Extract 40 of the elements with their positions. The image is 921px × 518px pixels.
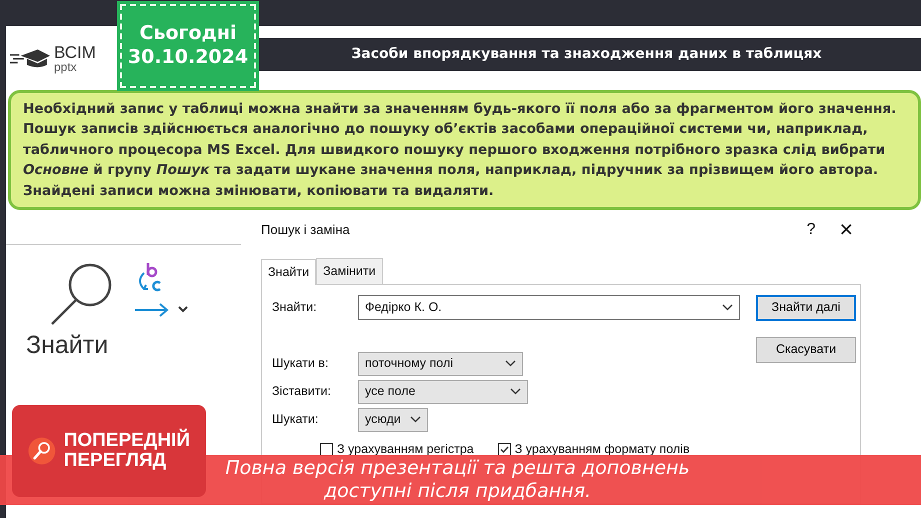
graduation-cap-icon — [10, 48, 50, 68]
dialog-tab[interactable]: Замінити — [316, 258, 383, 284]
close-button[interactable]: × — [839, 218, 853, 242]
dialog-title: Пошук і заміна — [261, 221, 350, 240]
chevron-icon[interactable] — [722, 304, 733, 311]
info-paragraph: Необхідний запис у таблиці можна знайти за значенням будь-якого її поля або за фрагментом його значення. Пошук записів здійснюється аналогічно до пошуку об’єктів засобами операційної системи чи, наприклад, табличного процесора MS Excel. Для швидкого пошуку першого входження потрібного зразка слід вибрати Основне й групу Пошук та задати шукане значення поля, наприклад, підручник за прізвищем його автора. — [23, 100, 898, 180]
info-paragraph: Знайдені записи можна змінювати, копіювати та видаляти. — [23, 182, 495, 201]
help-button[interactable]: ? — [806, 218, 816, 242]
field-value: Федірко К. О. — [365, 298, 442, 316]
logo-subtext: pptx — [54, 60, 78, 72]
slide-title: Засоби впорядкування та знаходження даних в таблицях — [351, 45, 822, 64]
preview-text: ПОПЕРЕДНІЙ — [64, 431, 190, 451]
field-label: Знайти: — [272, 298, 318, 316]
checkbox-label: З урахуванням формату полів — [514, 440, 690, 458]
banner-text: доступні після придбання. — [324, 480, 592, 503]
option-dropdown[interactable]: усюди — [358, 408, 428, 432]
chevron-icon[interactable] — [505, 360, 516, 368]
banner-text: Повна версія презентації та решта доповнень — [225, 457, 690, 480]
option-value: поточному полі — [365, 355, 454, 372]
dialog-tab[interactable]: Знайти — [261, 258, 316, 285]
option-dropdown[interactable]: усе поле — [358, 380, 528, 404]
option-label: Шукати: — [272, 411, 320, 428]
option-label: Шукати в: — [272, 355, 330, 372]
checkbox-label: З урахуванням регістра — [337, 440, 474, 458]
option-value: усюди — [365, 411, 401, 428]
dialog-button[interactable]: Знайти далі — [756, 294, 856, 321]
option-label: Зіставити: — [272, 383, 332, 400]
caret-icon[interactable] — [178, 306, 188, 314]
dialog-button[interactable]: Скасувати — [756, 336, 856, 363]
chevron-icon[interactable] — [510, 388, 521, 396]
date-text: 30.10.2024 — [128, 46, 248, 70]
find-label[interactable]: Знайти — [26, 326, 108, 364]
logo-text: ВСІМ — [54, 44, 96, 60]
date-label: Сьогодні — [140, 22, 236, 46]
option-value: усе поле — [365, 383, 416, 400]
chevron-icon[interactable] — [410, 416, 421, 424]
find-field[interactable]: Федірко К. О. — [358, 294, 740, 320]
preview-text: ПЕРЕГЛЯД — [64, 451, 168, 471]
arrow-icon[interactable] — [134, 302, 170, 317]
option-dropdown[interactable]: поточному полі — [358, 352, 523, 376]
